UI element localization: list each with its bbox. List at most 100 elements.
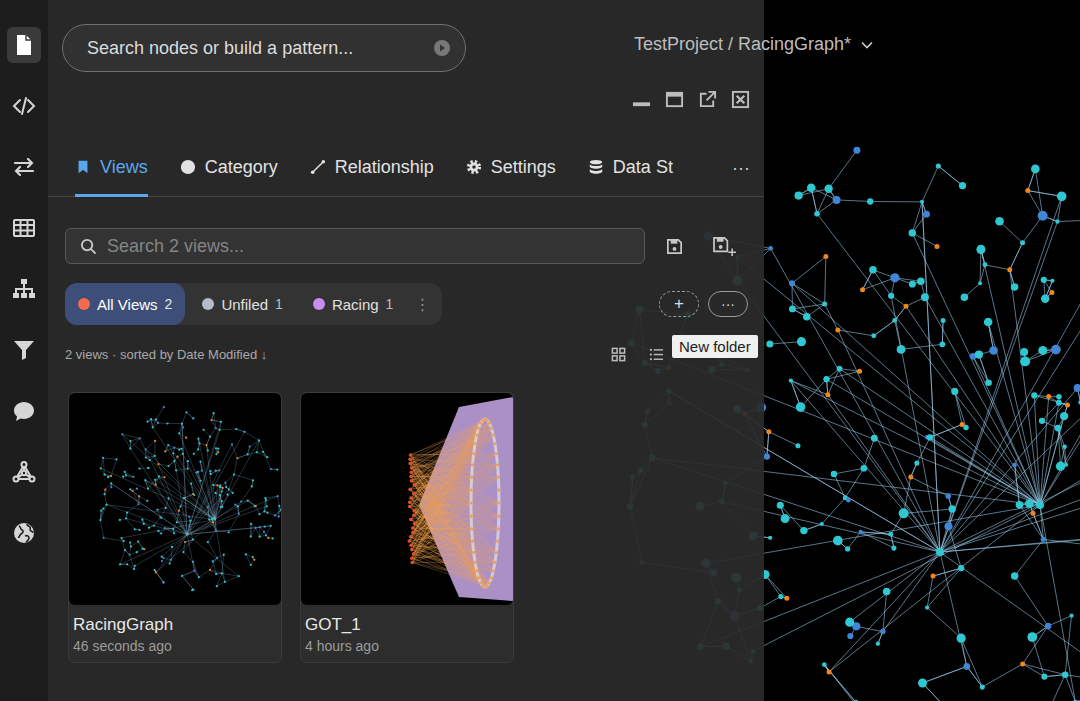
graph-node[interactable]: [903, 304, 908, 309]
graph-node[interactable]: [918, 678, 927, 687]
graph-node[interactable]: [814, 211, 820, 217]
graph-node[interactable]: [847, 633, 853, 639]
graph-node[interactable]: [908, 474, 913, 479]
graph-node[interactable]: [803, 313, 811, 321]
graph-node[interactable]: [857, 369, 862, 374]
graph-node[interactable]: [909, 281, 916, 288]
graph-node[interactable]: [1031, 165, 1040, 174]
more-tabs-button[interactable]: ···: [732, 158, 750, 179]
graph-node[interactable]: [827, 670, 832, 675]
graph-node[interactable]: [794, 191, 802, 199]
graph-node[interactable]: [1025, 188, 1030, 193]
graph-node[interactable]: [867, 198, 873, 204]
more-button[interactable]: ···: [708, 291, 748, 317]
graph-node[interactable]: [944, 522, 952, 530]
graph-node[interactable]: [957, 634, 966, 643]
graph-node[interactable]: [1041, 674, 1047, 680]
graph-node[interactable]: [789, 378, 793, 382]
graph-node[interactable]: [883, 588, 891, 596]
graph-node[interactable]: [914, 461, 919, 466]
graph-node[interactable]: [1057, 191, 1067, 201]
folder-chip[interactable]: All Views2: [65, 283, 185, 325]
graph-node[interactable]: [853, 147, 860, 154]
graph-node[interactable]: [822, 302, 827, 307]
graph-node[interactable]: [845, 618, 854, 627]
breadcrumb[interactable]: TestProject / RacingGraph*: [634, 34, 873, 55]
graph-node[interactable]: [1020, 348, 1028, 356]
graph-node[interactable]: [766, 341, 773, 348]
graph-node[interactable]: [764, 453, 770, 459]
rail-button[interactable]: [7, 88, 41, 124]
graph-node[interactable]: [1078, 400, 1080, 404]
graph-node[interactable]: [1011, 572, 1019, 580]
graph-node[interactable]: [778, 594, 783, 599]
graph-node[interactable]: [781, 514, 790, 523]
graph-node[interactable]: [1049, 290, 1054, 295]
tab[interactable]: Category: [180, 140, 278, 197]
tab[interactable]: Views: [75, 140, 148, 197]
graph-node[interactable]: [1036, 501, 1044, 509]
rail-button[interactable]: [7, 515, 41, 551]
graph-node[interactable]: [1041, 277, 1047, 283]
graph-node[interactable]: [936, 548, 944, 556]
graph-node[interactable]: [923, 211, 930, 218]
graph-node[interactable]: [975, 350, 983, 358]
graph-node[interactable]: [1007, 267, 1012, 272]
graph-node[interactable]: [899, 508, 909, 518]
rail-button[interactable]: [7, 149, 41, 185]
graph-node[interactable]: [825, 185, 833, 193]
graph-node[interactable]: [777, 502, 784, 509]
graph-node[interactable]: [1027, 632, 1037, 642]
graph-node[interactable]: [825, 392, 830, 397]
graph-node[interactable]: [1062, 444, 1067, 449]
graph-node[interactable]: [846, 498, 851, 503]
save-as-new-view-button[interactable]: [709, 231, 739, 261]
graph-node[interactable]: [897, 345, 906, 354]
graph-node[interactable]: [766, 429, 771, 434]
folder-chip[interactable]: Unfiled1: [189, 283, 296, 325]
graph-node[interactable]: [1064, 463, 1068, 467]
folder-menu-button[interactable]: ⋮: [410, 295, 442, 314]
new-folder-button[interactable]: +: [659, 291, 699, 317]
graph-node[interactable]: [936, 163, 941, 168]
graph-node[interactable]: [768, 536, 772, 540]
graph-node[interactable]: [1016, 501, 1024, 509]
graph-node[interactable]: [1056, 400, 1062, 406]
graph-node[interactable]: [800, 527, 807, 534]
graph-node[interactable]: [1041, 295, 1049, 303]
graph-node[interactable]: [931, 574, 936, 579]
views-summary[interactable]: 2 views · sorted by Date Modified ↓: [65, 347, 611, 362]
graph-node[interactable]: [823, 376, 829, 382]
graph-node[interactable]: [978, 281, 982, 285]
graph-node[interactable]: [921, 293, 929, 301]
graph-node[interactable]: [941, 318, 946, 323]
rail-button[interactable]: [7, 393, 41, 429]
save-view-button[interactable]: [659, 231, 689, 261]
graph-node[interactable]: [833, 536, 843, 546]
graph-node[interactable]: [833, 196, 841, 204]
folder-chip[interactable]: Racing1: [300, 283, 407, 325]
graph-node[interactable]: [837, 366, 843, 372]
graph-node[interactable]: [909, 229, 916, 236]
graph-node[interactable]: [869, 266, 876, 273]
graph-node[interactable]: [948, 505, 955, 512]
graph-node[interactable]: [1039, 418, 1045, 424]
graph-node[interactable]: [796, 402, 806, 412]
graph-node[interactable]: [1045, 623, 1051, 629]
tab[interactable]: Relationship: [310, 140, 434, 197]
graph-node[interactable]: [1056, 462, 1065, 471]
graph-node[interactable]: [797, 337, 806, 346]
graph-node[interactable]: [984, 318, 993, 327]
graph-node[interactable]: [888, 532, 893, 537]
rail-button[interactable]: [7, 454, 41, 490]
graph-node[interactable]: [927, 434, 933, 440]
graph-node[interactable]: [1074, 384, 1080, 392]
graph-node[interactable]: [853, 700, 858, 701]
graph-node[interactable]: [789, 305, 796, 312]
pattern-search[interactable]: Search nodes or build a pattern...: [62, 24, 466, 72]
graph-node[interactable]: [920, 200, 924, 204]
graph-node[interactable]: [861, 465, 868, 472]
graph-node[interactable]: [939, 341, 945, 347]
graph-node[interactable]: [1041, 537, 1046, 542]
graph-node[interactable]: [917, 278, 925, 286]
